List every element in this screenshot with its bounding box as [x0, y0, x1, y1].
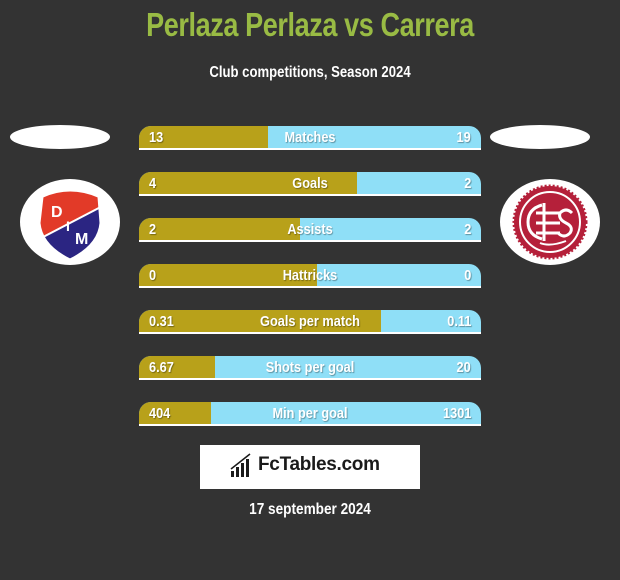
- right-value: 1301: [442, 405, 471, 422]
- stat-row-hattricks: 0 Hattricks 0: [139, 264, 481, 288]
- left-value: 0: [149, 267, 157, 284]
- stat-row-assists: 2 Assists 2: [139, 218, 481, 242]
- left-player-placeholder: [10, 125, 110, 149]
- right-value: 19: [456, 129, 471, 146]
- stat-label: Min per goal: [272, 405, 348, 422]
- brand-name: FcTables.com: [258, 454, 380, 475]
- bar-chart-icon: [230, 453, 251, 477]
- stat-label: Shots per goal: [265, 359, 355, 376]
- right-value: 20: [456, 359, 471, 376]
- stat-label: Hattricks: [282, 267, 338, 284]
- right-value: 0: [463, 267, 471, 284]
- left-value: 4: [149, 175, 157, 192]
- dim-medellin-crest-icon: D I M: [39, 190, 101, 260]
- right-value: 0.11: [446, 313, 471, 330]
- date-label: 17 september 2024: [249, 501, 371, 518]
- crest-letter: D: [51, 204, 63, 221]
- left-value: 2: [149, 221, 157, 238]
- stat-label: Matches: [284, 129, 336, 146]
- stat-row-min-per-goal: 404 Min per goal 1301: [139, 402, 481, 426]
- right-value: 2: [463, 221, 471, 238]
- right-team-logo[interactable]: [500, 179, 600, 265]
- right-player-placeholder: [490, 125, 590, 149]
- left-team-logo[interactable]: D I M: [20, 179, 120, 265]
- stat-row-goals-per-match: 0.31 Goals per match 0.11: [139, 310, 481, 334]
- stat-label: Goals per match: [260, 313, 360, 330]
- lanus-crest-icon: [512, 184, 588, 260]
- right-value: 2: [463, 175, 471, 192]
- page-title: Perlaza Perlaza vs Carrera: [146, 6, 474, 43]
- page-subtitle: Club competitions, Season 2024: [209, 64, 411, 81]
- crest-letter: I: [66, 218, 70, 234]
- stat-label: Assists: [287, 221, 333, 238]
- fctables-brand[interactable]: FcTables.com: [200, 445, 420, 489]
- stat-row-goals: 4 Goals 2: [139, 172, 481, 196]
- stat-row-shots-per-goal: 6.67 Shots per goal 20: [139, 356, 481, 380]
- stat-label: Goals: [292, 175, 328, 192]
- left-value: 13: [149, 129, 164, 146]
- stat-row-matches: 13 Matches 19: [139, 126, 481, 150]
- crest-letter: M: [75, 231, 88, 248]
